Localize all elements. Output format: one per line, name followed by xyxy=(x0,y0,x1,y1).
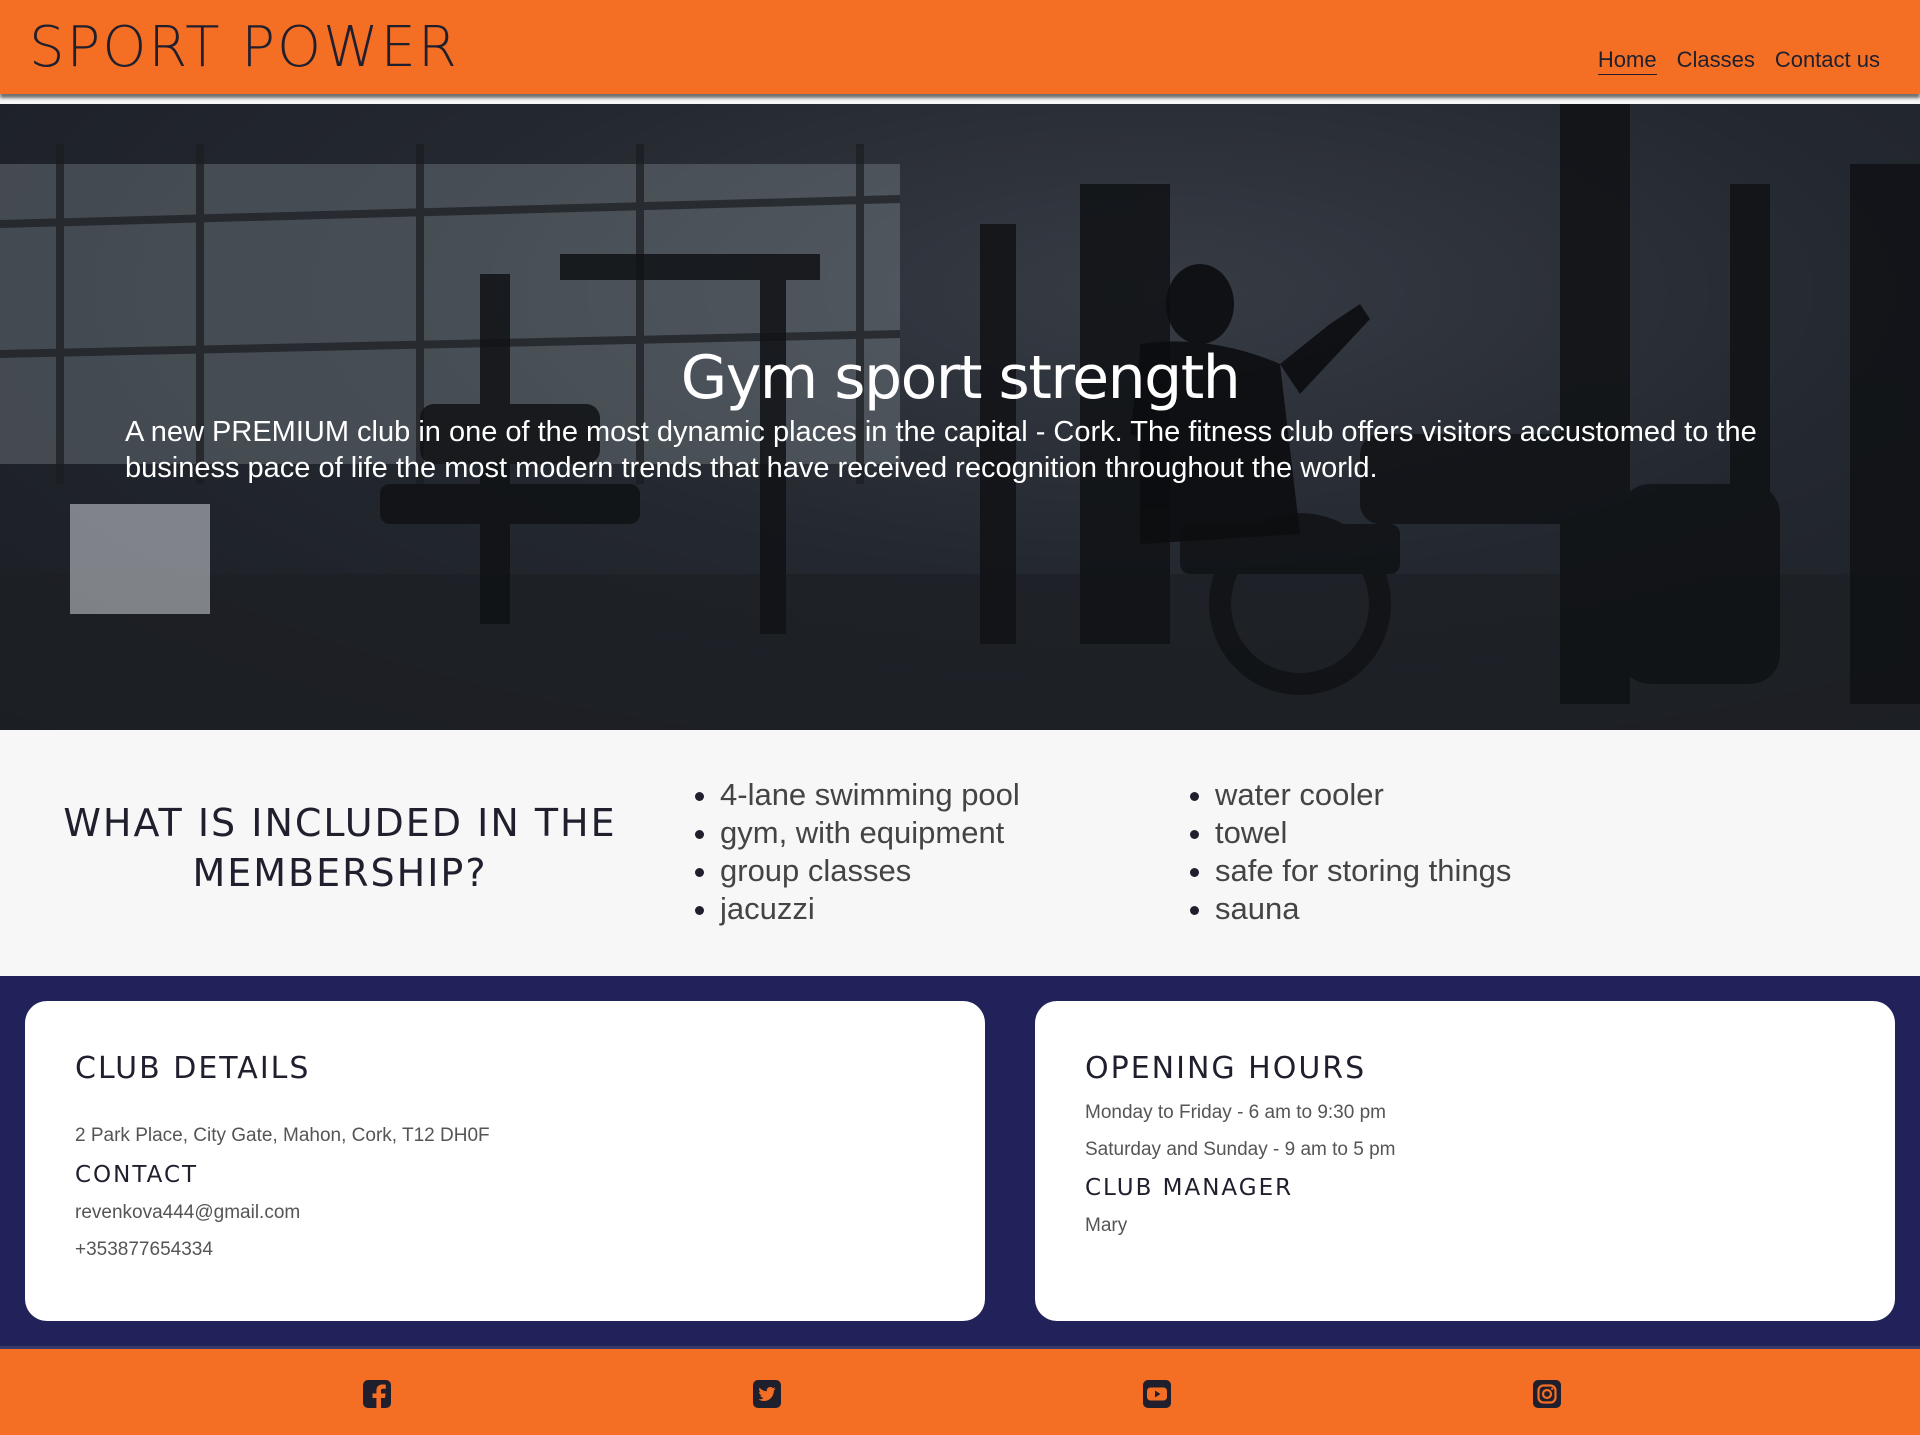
main-nav: Home Classes Contact us xyxy=(1597,46,1880,75)
site-header: SPORT POWER Home Classes Contact us xyxy=(0,0,1920,94)
brand-logo[interactable]: SPORT POWER xyxy=(29,10,459,86)
facebook-icon[interactable] xyxy=(362,1379,392,1409)
list-item: towel xyxy=(1215,814,1511,852)
twitter-icon[interactable] xyxy=(752,1379,782,1409)
list-item: 4-lane swimming pool xyxy=(720,776,1020,814)
info-section: CLUB DETAILS 2 Park Place, City Gate, Ma… xyxy=(0,976,1920,1346)
instagram-icon[interactable] xyxy=(1532,1379,1562,1409)
list-item: safe for storing things xyxy=(1215,852,1511,890)
membership-list-left: 4-lane swimming pool gym, with equipment… xyxy=(688,776,1020,928)
membership-section: WHAT IS INCLUDED IN THE MEMBERSHIP? 4-la… xyxy=(0,730,1920,976)
hero-title: Gym sport strength xyxy=(680,343,1241,413)
youtube-icon[interactable] xyxy=(1142,1379,1172,1409)
membership-list-right: water cooler towel safe for storing thin… xyxy=(1183,776,1511,928)
list-item: sauna xyxy=(1215,890,1511,928)
contact-phone[interactable]: +353877654334 xyxy=(75,1239,213,1261)
list-item: water cooler xyxy=(1215,776,1511,814)
nav-home-link[interactable]: Home xyxy=(1597,46,1657,75)
hero-banner: Gym sport strength A new PREMIUM club in… xyxy=(0,104,1920,730)
club-manager-heading: CLUB MANAGER xyxy=(1085,1175,1294,1201)
club-manager-name: Mary xyxy=(1085,1215,1128,1236)
site-footer xyxy=(0,1346,1920,1435)
weekend-hours: Saturday and Sunday - 9 am to 5 pm xyxy=(1085,1139,1396,1160)
hero-description: A new PREMIUM club in one of the most dy… xyxy=(125,416,1757,484)
club-details-heading: CLUB DETAILS xyxy=(75,1051,311,1086)
list-item: jacuzzi xyxy=(720,890,1020,928)
opening-hours-heading: OPENING HOURS xyxy=(1085,1051,1367,1086)
nav-contact-link[interactable]: Contact us xyxy=(1775,46,1880,75)
contact-heading: CONTACT xyxy=(75,1162,199,1188)
opening-hours-card: OPENING HOURS Monday to Friday - 6 am to… xyxy=(1035,1001,1895,1321)
weekday-hours: Monday to Friday - 6 am to 9:30 pm xyxy=(1085,1102,1386,1123)
nav-classes-link[interactable]: Classes xyxy=(1677,46,1755,75)
list-item: gym, with equipment xyxy=(720,814,1020,852)
contact-email[interactable]: revenkova444@gmail.com xyxy=(75,1202,300,1224)
club-details-card: CLUB DETAILS 2 Park Place, City Gate, Ma… xyxy=(25,1001,985,1321)
membership-heading: WHAT IS INCLUDED IN THE MEMBERSHIP? xyxy=(63,801,617,895)
club-address: 2 Park Place, City Gate, Mahon, Cork, T1… xyxy=(75,1125,490,1146)
list-item: group classes xyxy=(720,852,1020,890)
